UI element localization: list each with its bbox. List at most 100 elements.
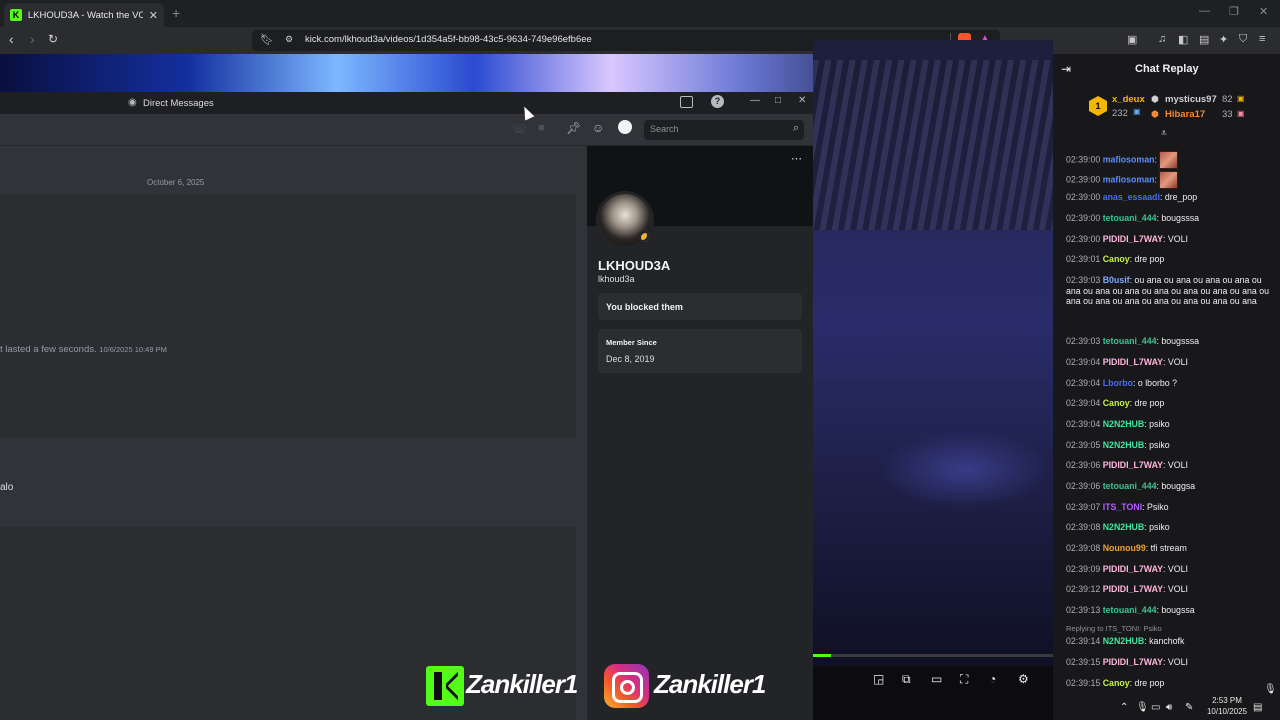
message-username[interactable]: Canoy: [1103, 678, 1130, 688]
pinned-messages-icon[interactable]: 📌︎: [566, 121, 581, 135]
message-username[interactable]: tetouani_444: [1103, 605, 1157, 615]
notifications-icon[interactable]: ▤: [1253, 702, 1262, 713]
tab-title: LKHOUD3A - Watch the VOD on: [27, 9, 143, 21]
clip-icon[interactable]: ⧉: [902, 672, 911, 687]
chat-message: 02:39:09 PIDIDI_L7WAY: VOLI: [1066, 564, 1276, 575]
browser-tab[interactable]: K LKHOUD3A - Watch the VOD on ✕: [4, 3, 164, 27]
message-timestamp: 02:39:06: [1066, 481, 1101, 491]
message-username[interactable]: N2N2HUB: [1103, 522, 1145, 532]
leader-name[interactable]: mysticus97: [1165, 94, 1217, 105]
more-options-icon[interactable]: ⋯: [791, 152, 802, 165]
message-username[interactable]: PIDIDI_L7WAY: [1103, 657, 1163, 667]
sidebar-icon[interactable]: ◧: [1178, 33, 1188, 46]
chat-emote-icon[interactable]: [1159, 151, 1179, 169]
chat-leaderboard: 1 x_deux 232 ▣ ⬢ mysticus97 82 ▣ ⬢ Hibar…: [1053, 88, 1280, 128]
leo-ai-icon[interactable]: ✦: [1219, 33, 1228, 46]
menu-icon[interactable]: ≡: [1259, 33, 1265, 45]
collapse-chat-icon[interactable]: ⇥: [1061, 62, 1071, 76]
message-timestamp: 02:39:14: [1066, 636, 1101, 646]
miniplayer-icon[interactable]: ◲: [873, 672, 884, 686]
speed-icon[interactable]: ◔: [989, 672, 996, 686]
message-timestamp: 02:39:09: [1066, 564, 1101, 574]
bookmark-icon[interactable]: 🔖︎: [260, 33, 274, 46]
microphone-icon[interactable]: 🎙︎: [1136, 702, 1149, 713]
window-maximize-button[interactable]: ❐: [1229, 5, 1239, 18]
reload-icon[interactable]: ↻: [48, 32, 58, 46]
message-username[interactable]: B0usif: [1103, 275, 1130, 285]
tab-close-icon[interactable]: ✕: [149, 9, 158, 22]
message-username[interactable]: PIDIDI_L7WAY: [1103, 584, 1163, 594]
message-username[interactable]: PIDIDI_L7WAY: [1103, 564, 1163, 574]
message-username[interactable]: mafiosoman: [1103, 154, 1155, 164]
message-username[interactable]: N2N2HUB: [1103, 419, 1145, 429]
theater-mode-icon[interactable]: ▭: [931, 672, 942, 686]
volume-icon[interactable]: 🔊︎: [1166, 702, 1172, 713]
message-username[interactable]: ITS_TONI: [1103, 502, 1142, 512]
screen-share-icon[interactable]: [680, 96, 693, 108]
member-since-label: Member Since: [606, 338, 657, 347]
leader-name[interactable]: Hibara17: [1165, 109, 1205, 120]
message-username[interactable]: tetouani_444: [1103, 481, 1157, 491]
help-icon[interactable]: ?: [711, 95, 724, 108]
leader-count: 232: [1112, 108, 1128, 119]
chat-message: 02:39:15 PIDIDI_L7WAY: VOLI: [1066, 657, 1276, 668]
chat-message: 02:39:00 anas_essaadi: dre_pop: [1066, 192, 1276, 203]
message-timestamp: 02:39:04: [1066, 378, 1101, 388]
video-frame-texture: [813, 60, 1053, 230]
message-username[interactable]: Lborbo: [1103, 378, 1133, 388]
discord-window: ◉ Direct Messages ? — □ ✕ ☏ ■ 📌︎ ☺ Searc…: [0, 92, 813, 720]
pen-icon[interactable]: ✎: [1185, 702, 1193, 713]
fullscreen-icon[interactable]: ⛶: [960, 672, 968, 687]
avatar[interactable]: [596, 191, 654, 249]
chat-message: 02:39:04 Lborbo: o lborbo ?: [1066, 378, 1276, 389]
expand-leaderboard-icon[interactable]: ⩡: [1161, 128, 1167, 139]
message-username[interactable]: PIDIDI_L7WAY: [1103, 234, 1163, 244]
screenshot-icon[interactable]: ▣: [1127, 33, 1137, 46]
site-info-icon[interactable]: ⚙: [285, 34, 293, 45]
voice-call-icon[interactable]: ☏: [512, 122, 527, 136]
wallet-icon[interactable]: ▤: [1199, 33, 1209, 46]
message-username[interactable]: N2N2HUB: [1103, 636, 1145, 646]
message-username[interactable]: PIDIDI_L7WAY: [1103, 357, 1163, 367]
vpn-icon[interactable]: ⛉: [1239, 33, 1247, 46]
new-tab-button[interactable]: +: [172, 5, 180, 21]
leader-name[interactable]: x_deux: [1112, 94, 1145, 105]
discord-minimize-button[interactable]: —: [750, 95, 760, 106]
message-timestamp: 02:39:03: [1066, 275, 1101, 285]
forward-icon[interactable]: ›: [30, 31, 35, 47]
dm-messages-area[interactable]: October 6, 2025 t lasted a few seconds. …: [0, 146, 587, 720]
gift-icon: ▣: [1237, 109, 1245, 118]
message-username[interactable]: tetouani_444: [1103, 336, 1157, 346]
network-icon[interactable]: ▭: [1151, 702, 1160, 713]
chat-emote-icon[interactable]: [1159, 171, 1179, 189]
message-username[interactable]: N2N2HUB: [1103, 440, 1145, 450]
discord-close-button[interactable]: ✕: [798, 95, 806, 106]
message-username[interactable]: tetouani_444: [1103, 213, 1157, 223]
dm-search-input[interactable]: Search ⌕: [644, 120, 804, 140]
message-username[interactable]: Nounou99: [1103, 543, 1146, 553]
video-call-icon[interactable]: ■: [538, 122, 545, 134]
window-minimize-button[interactable]: —: [1199, 5, 1210, 17]
taskbar-clock[interactable]: 2:53 PM 10/10/2025: [1201, 695, 1253, 717]
message-text: psiko: [1149, 419, 1170, 429]
gift-icon: ▣: [1133, 107, 1141, 116]
chat-title: Chat Replay: [1135, 63, 1199, 75]
message-username[interactable]: PIDIDI_L7WAY: [1103, 460, 1163, 470]
window-close-button[interactable]: ✕: [1259, 5, 1268, 18]
message-username[interactable]: anas_essaadi: [1103, 192, 1160, 202]
video-progress-bar[interactable]: [813, 654, 1053, 657]
user-profile-icon[interactable]: [618, 120, 632, 134]
discord-maximize-button[interactable]: □: [775, 95, 781, 106]
message-username[interactable]: Canoy: [1103, 398, 1130, 408]
message-text: dre_pop: [1164, 192, 1198, 202]
chat-message: 02:39:04 Canoy: dre pop: [1066, 398, 1276, 409]
music-icon[interactable]: ♫: [1158, 33, 1166, 45]
message-username[interactable]: Canoy: [1103, 254, 1130, 264]
tray-overflow-icon[interactable]: ⌃: [1120, 702, 1128, 713]
settings-icon[interactable]: ⚙: [1018, 672, 1029, 686]
add-friends-icon[interactable]: ☺: [592, 121, 604, 135]
back-icon[interactable]: ‹: [9, 31, 14, 47]
message-username[interactable]: mafiosoman: [1103, 174, 1155, 184]
message-text: bouggsa: [1161, 481, 1196, 491]
kick-favicon-icon: K: [10, 9, 22, 21]
